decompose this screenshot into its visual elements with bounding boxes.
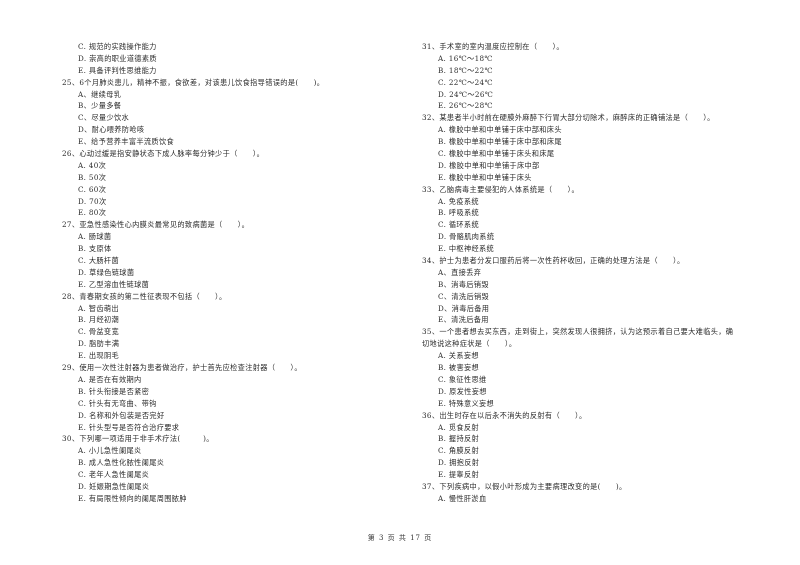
question-text: 29、使用一次性注射器为患者做治疗，护士首先应检查注射器（ ）。 bbox=[62, 363, 302, 373]
answer-option: D、耐心喂养防呛咳 bbox=[78, 125, 145, 135]
answer-option: B. 被害妄想 bbox=[438, 363, 480, 373]
answer-option: A. 免疫系统 bbox=[438, 196, 479, 206]
answer-option: D、消毒后备用 bbox=[438, 303, 490, 313]
answer-option: E. 针头型号是否符合治疗要求 bbox=[78, 422, 180, 432]
question-text: 34、护士为患者分发口服药后将一次性药杯收回，正确的处理方法是（ ）。 bbox=[422, 256, 685, 266]
answer-option: D. 草绿色链球菌 bbox=[78, 267, 135, 277]
answer-option: D. 脂肪丰满 bbox=[78, 339, 120, 349]
right-column: 31、手术室的室内温度应控制在（ ）。 A. 16℃～18℃ B. 18℃～22℃ C… bbox=[422, 41, 767, 505]
answer-option: C. 老年人急性阑尾炎 bbox=[78, 470, 150, 480]
answer-option: B、少量多餐 bbox=[78, 101, 122, 111]
answer-option: B. 成人急性化脓性阑尾炎 bbox=[78, 458, 165, 468]
answer-option: C. 循环系统 bbox=[438, 220, 480, 230]
answer-option: C. 象征性思维 bbox=[438, 374, 487, 384]
answer-option: C. 22℃～24℃ bbox=[438, 77, 493, 87]
answer-option: A. 40次 bbox=[78, 160, 107, 170]
answer-option: D. 24℃～26℃ bbox=[438, 89, 494, 99]
answer-option: C. 角膜反射 bbox=[438, 446, 480, 456]
answer-option: E、清洗后备用 bbox=[438, 315, 489, 325]
question-text: 35、一个患者想去买东西，走到街上，突然发现人很拥挤，认为这预示着自己要大难临头… bbox=[422, 327, 734, 337]
answer-option: C、尽量少饮水 bbox=[78, 113, 130, 123]
answer-option: D. 原发性妄想 bbox=[438, 386, 487, 396]
question-text: 28、青春期女孩的第二性征表现不包括（ ）。 bbox=[62, 291, 227, 301]
answer-option: D. 崇高的职业道德素质 bbox=[78, 53, 157, 63]
answer-option: E、给予营养丰富半流质饮食 bbox=[78, 137, 175, 147]
answer-option: A. 16℃～18℃ bbox=[438, 53, 493, 63]
question-text: 36、出生时存在以后永不消失的反射有（ ）。 bbox=[422, 410, 587, 420]
answer-option: D. 名称和外包装是否完好 bbox=[78, 410, 165, 420]
exam-page: C. 规范的实践操作能力 D. 崇高的职业道德素质 E. 具备评判性思维能力 25、6… bbox=[0, 0, 800, 565]
left-column: C. 规范的实践操作能力 D. 崇高的职业道德素质 E. 具备评判性思维能力 25、6… bbox=[62, 41, 392, 505]
answer-option: B. 针头衔接是否紧密 bbox=[78, 386, 150, 396]
question-text: 31、手术室的室内温度应控制在（ ）。 bbox=[422, 42, 564, 51]
answer-option: A、继续母乳 bbox=[78, 89, 122, 99]
answer-option: B. 橡胶中单和中单铺于床中部和床尾 bbox=[438, 137, 562, 147]
answer-option: C. 规范的实践操作能力 bbox=[78, 42, 157, 51]
answer-option: D. 橡胶中单和中单铺于床中部 bbox=[438, 160, 540, 170]
answer-option: B. 呼吸系统 bbox=[438, 208, 480, 218]
answer-option: B. 握持反射 bbox=[438, 434, 480, 444]
answer-option: A. 小儿急性阑尾炎 bbox=[78, 446, 142, 456]
answer-option: E. 提睾反射 bbox=[438, 470, 480, 480]
answer-option: A. 觅食反射 bbox=[438, 422, 479, 432]
answer-option: E. 中枢神经系统 bbox=[438, 244, 495, 254]
question-text: 32、某患者半小时前在硬膜外麻醉下行胃大部分切除术，麻醉床的正确铺法是（ ）。 bbox=[422, 113, 715, 123]
page-footer: 第 3 页 共 17 页 bbox=[367, 534, 433, 542]
answer-option: A. 橡胶中单和中单铺于床中部和床头 bbox=[438, 125, 562, 135]
question-text: 切地说这种症状是（ ）。 bbox=[422, 339, 517, 349]
answer-option: C. 60次 bbox=[78, 184, 107, 194]
answer-option: D. 拥抱反射 bbox=[438, 458, 480, 468]
answer-option: E. 乙型溶血性链球菌 bbox=[78, 279, 150, 289]
answer-option: E. 出现阴毛 bbox=[78, 351, 120, 361]
answer-option: E. 具备评判性思维能力 bbox=[78, 65, 157, 75]
answer-option: E. 有局限性倾向的阑尾周围脓肿 bbox=[78, 493, 187, 503]
answer-option: B. 支原体 bbox=[78, 244, 112, 254]
answer-option: C. 针头有无弯曲、带钩 bbox=[78, 398, 157, 408]
answer-option: A、直接丢弃 bbox=[438, 267, 482, 277]
answer-option: E. 橡胶中单和中单铺于床头 bbox=[438, 172, 532, 182]
answer-option: E. 26℃～28℃ bbox=[438, 101, 493, 111]
answer-option: C. 橡胶中单和中单铺于床头和床尾 bbox=[438, 149, 555, 159]
answer-option: C、清洗后销毁 bbox=[438, 291, 490, 301]
answer-option: D. 70次 bbox=[78, 196, 107, 206]
answer-option: A. 是否在有效期内 bbox=[78, 374, 142, 384]
answer-option: B、消毒后销毁 bbox=[438, 279, 489, 289]
answer-option: A. 智齿萌出 bbox=[78, 303, 119, 313]
question-text: 25、6个月肺炎患儿，精神不振，食欲差，对该患儿饮食指导错误的是( )。 bbox=[62, 77, 325, 87]
question-text: 27、亚急性感染性心内膜炎最常见的致病菌是（ ）。 bbox=[62, 220, 250, 230]
question-text: 33、乙脑病毒主要侵犯的人体系统是（ ）。 bbox=[422, 184, 579, 194]
answer-option: E. 特殊意义妄想 bbox=[438, 398, 495, 408]
answer-option: B. 月经初潮 bbox=[78, 315, 120, 325]
answer-option: A. 慢性肝淤血 bbox=[438, 493, 487, 503]
question-text: 26、心动过缓是指安静状态下成人脉率每分钟少于（ ）。 bbox=[62, 149, 265, 159]
answer-option: A. 关系妄想 bbox=[438, 351, 479, 361]
answer-option: D. 骨骼肌肉系统 bbox=[438, 232, 495, 242]
answer-option: C. 骨盆变宽 bbox=[78, 327, 120, 337]
question-text: 30、下列哪一项适用于非手术疗法( )。 bbox=[62, 434, 214, 444]
answer-option: E. 80次 bbox=[78, 208, 107, 218]
answer-option: B. 18℃～22℃ bbox=[438, 65, 493, 75]
question-text: 37、下列疾病中，以假小叶形成为主要病理改变的是( )。 bbox=[422, 481, 627, 491]
answer-option: B. 50次 bbox=[78, 172, 107, 182]
answer-option: A. 肠球菌 bbox=[78, 232, 112, 242]
answer-option: C. 大肠杆菌 bbox=[78, 256, 120, 266]
answer-option: D. 妊娠期急性阑尾炎 bbox=[78, 481, 150, 491]
